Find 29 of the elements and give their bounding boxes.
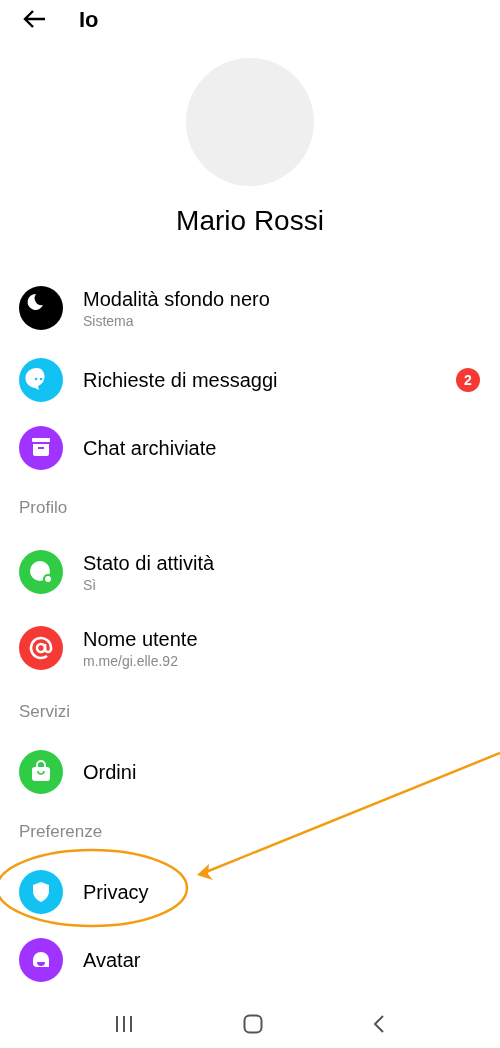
menu-item[interactable]: Ordini — [0, 738, 500, 806]
menu-item[interactable]: Chat archiviate — [0, 414, 500, 482]
item-title: Privacy — [83, 880, 150, 905]
item-title: Chat archiviate — [83, 436, 218, 461]
item-subtitle: Sistema — [83, 312, 135, 330]
item-title: Modalità sfondo nero — [83, 287, 271, 312]
menu-item[interactable]: Avatar — [0, 926, 500, 994]
menu-item[interactable]: Stato di attività Sì — [0, 534, 500, 610]
profile-name: Mario Rossi — [176, 204, 324, 238]
section-header: Profilo — [19, 496, 68, 519]
recent-apps-icon[interactable] — [114, 1014, 135, 1034]
count-badge: 2 — [456, 368, 480, 392]
section-header: Preferenze — [19, 820, 103, 843]
item-title: Nome utente — [83, 627, 199, 652]
menu-item[interactable]: Nome utente m.me/gi.elle.92 — [0, 610, 500, 686]
item-title: Avatar — [83, 948, 142, 973]
menu-item[interactable]: Modalità sfondo nero Sistema — [0, 270, 500, 346]
item-title: Ordini — [83, 760, 138, 785]
menu-item[interactable]: Privacy — [0, 858, 500, 926]
item-subtitle: Sì — [83, 576, 98, 594]
back-icon[interactable] — [371, 1014, 386, 1034]
back-arrow-icon[interactable] — [22, 9, 46, 29]
item-title: Stato di attività — [83, 551, 216, 576]
item-subtitle: m.me/gi.elle.92 — [83, 652, 179, 670]
home-icon[interactable] — [243, 1014, 263, 1034]
page-title: Io — [79, 5, 99, 34]
section-header: Servizi — [19, 700, 70, 723]
menu-item[interactable]: Richieste di messaggi 2 — [0, 346, 500, 414]
item-title: Richieste di messaggi — [83, 368, 279, 393]
